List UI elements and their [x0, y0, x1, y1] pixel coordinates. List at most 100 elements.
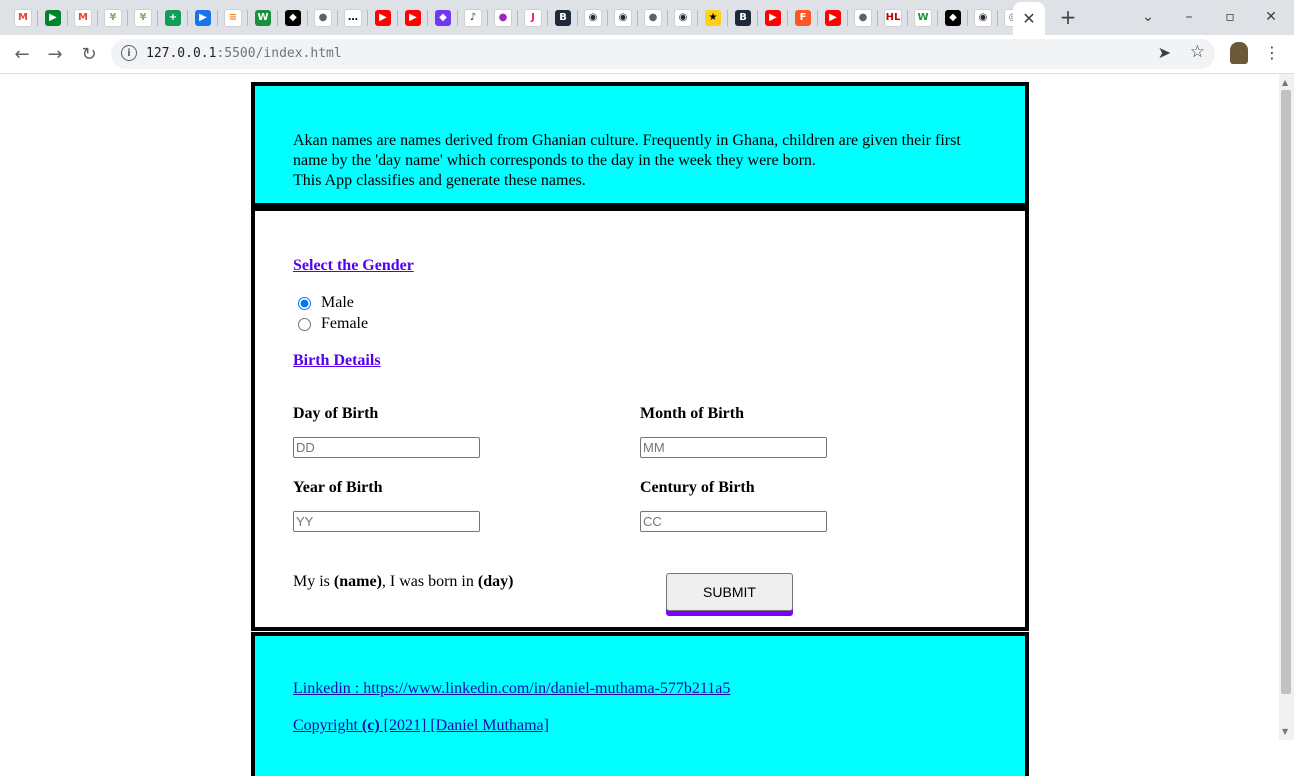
github-icon: ◉ — [674, 8, 692, 27]
year-of-birth-label: Year of Birth — [293, 479, 383, 496]
pinned-tab[interactable]: ◉ — [668, 0, 698, 35]
bookmark-star-icon[interactable]: ☆ — [1190, 42, 1205, 62]
scroll-up-arrow-icon[interactable]: ▲ — [1282, 78, 1288, 87]
birth-details-heading[interactable]: Birth Details — [293, 352, 381, 370]
pinned-tab[interactable]: W — [908, 0, 938, 35]
palm-tree-icon: ¥ — [104, 8, 122, 27]
pinned-tab[interactable]: ◆ — [278, 0, 308, 35]
pinned-tab[interactable]: B — [548, 0, 578, 35]
pinned-tab[interactable]: ¥ — [98, 0, 128, 35]
pinned-tab[interactable]: F — [788, 0, 818, 35]
scroll-down-arrow-icon[interactable]: ▼ — [1282, 727, 1288, 736]
pinned-tab[interactable]: ¥ — [128, 0, 158, 35]
pinned-tab[interactable]: ▶ — [818, 0, 848, 35]
pinned-tab[interactable]: ★ — [698, 0, 728, 35]
music-note-icon: ♪ — [464, 8, 482, 27]
youtube-icon: ▶ — [825, 9, 841, 26]
browser-menu-icon[interactable]: ⋮ — [1264, 43, 1280, 62]
copyright-symbol: (c) — [361, 717, 380, 734]
century-of-birth-label: Century of Birth — [640, 479, 755, 496]
day-of-birth-label: Day of Birth — [293, 405, 379, 422]
page-scrollbar[interactable]: ▲ ▼ — [1279, 74, 1294, 740]
footer-section: Linkedin : https://www.linkedin.com/in/d… — [251, 632, 1029, 776]
pinned-tab[interactable]: ≡ — [218, 0, 248, 35]
globe-icon: ● — [314, 8, 332, 27]
copyright-suffix: [2021] [Daniel Muthama] — [379, 717, 549, 734]
site-info-icon[interactable]: i — [121, 45, 137, 61]
pinned-tab[interactable]: B — [728, 0, 758, 35]
extension-avatar-icon[interactable] — [1230, 42, 1248, 64]
intro-text: Akan names are names derived from Ghania… — [293, 131, 993, 191]
scrollbar-thumb[interactable] — [1281, 90, 1291, 694]
pinned-tab[interactable]: J — [518, 0, 548, 35]
pinned-tab[interactable]: M — [8, 0, 38, 35]
name-form-section: Select the Gender Male Female Birth Deta… — [251, 207, 1029, 631]
pinned-tab[interactable]: ▶ — [188, 0, 218, 35]
purple-diamond-icon: ◆ — [435, 9, 451, 26]
day-of-birth-input[interactable] — [293, 437, 480, 458]
url-host: 127.0.0.1 — [146, 46, 217, 61]
pinned-tab[interactable]: ◆ — [428, 0, 458, 35]
pinned-tab[interactable]: ▶ — [368, 0, 398, 35]
month-of-birth-label: Month of Birth — [640, 405, 744, 422]
pinned-tab[interactable]: ◉ — [968, 0, 998, 35]
minimize-button[interactable]: – — [1174, 5, 1204, 29]
back-arrow-icon[interactable]: ← — [10, 42, 34, 66]
pinned-tab[interactable]: ● — [488, 0, 518, 35]
google-sheets-plus-icon: + — [165, 9, 181, 26]
pinned-tab[interactable]: ● — [848, 0, 878, 35]
pinned-tab[interactable]: M — [68, 0, 98, 35]
result-text: My is (name), I was born in (day) — [293, 573, 513, 591]
intro-line-1: Akan names are names derived from Ghania… — [293, 132, 961, 149]
maximize-button[interactable]: ▫ — [1215, 5, 1245, 29]
close-window-button[interactable]: ✕ — [1256, 5, 1286, 29]
forward-arrow-icon[interactable]: → — [43, 42, 67, 66]
palm-tree-icon: ¥ — [134, 8, 152, 27]
pinned-tab[interactable]: ◆ — [938, 0, 968, 35]
pinned-tab[interactable]: W — [248, 0, 278, 35]
result-prefix: My is — [293, 573, 334, 590]
active-tab-close-button[interactable]: ✕ — [1013, 2, 1045, 35]
pinned-tab[interactable]: ▶ — [38, 0, 68, 35]
browser-tab-strip: M▶M¥¥+▶≡W◆●…▶▶◆♪●JB◉◉●◉★B▶F▶●HLW◆◉◎ ✕ + … — [0, 0, 1294, 35]
hexagon-b-icon: B — [555, 9, 571, 26]
url-text[interactable]: 127.0.0.1:5500/index.html — [146, 46, 342, 61]
male-radio[interactable] — [298, 296, 311, 310]
github-icon: ◉ — [584, 8, 602, 27]
gender-option-female[interactable]: Female — [298, 315, 368, 333]
intro-line-3: This App classifies and generate these n… — [293, 172, 586, 189]
new-tab-button[interactable]: + — [1056, 5, 1080, 29]
female-radio[interactable] — [298, 317, 311, 331]
copyright-link[interactable]: Copyright (c) [2021] [Daniel Muthama] — [293, 717, 549, 735]
pinned-tab[interactable]: ● — [638, 0, 668, 35]
month-of-birth-input[interactable] — [640, 437, 827, 458]
linkedin-link[interactable]: Linkedin : https://www.linkedin.com/in/d… — [293, 680, 730, 698]
submit-button[interactable]: SUBMIT — [666, 573, 793, 611]
century-of-birth-input[interactable] — [640, 511, 827, 532]
pinned-tab[interactable]: ◉ — [578, 0, 608, 35]
page-content: Akan names are names derived from Ghania… — [251, 82, 1029, 776]
send-tab-icon[interactable]: ➤ — [1158, 43, 1171, 62]
pinned-tab[interactable]: HL — [878, 0, 908, 35]
intro-line-2: name by the 'day name' which corresponds… — [293, 152, 816, 169]
tab-search-dropdown-icon[interactable]: ⌄ — [1133, 5, 1163, 29]
gmail-icon: M — [74, 8, 92, 27]
pinned-tab[interactable]: ▶ — [758, 0, 788, 35]
pinned-tab[interactable]: ▶ — [398, 0, 428, 35]
gender-heading[interactable]: Select the Gender — [293, 257, 414, 275]
chat-bubble-icon: … — [344, 8, 362, 27]
globe-icon: ● — [644, 8, 662, 27]
w-star-icon: W — [914, 8, 932, 27]
address-bar[interactable]: i 127.0.0.1:5500/index.html ➤ ☆ — [111, 39, 1215, 69]
pinned-tab[interactable]: … — [338, 0, 368, 35]
youtube-icon: ▶ — [375, 9, 391, 26]
gender-option-male[interactable]: Male — [298, 294, 354, 312]
pinned-tab[interactable]: + — [158, 0, 188, 35]
year-of-birth-input[interactable] — [293, 511, 480, 532]
pinned-tab[interactable]: ● — [308, 0, 338, 35]
github-icon: ◉ — [974, 8, 992, 27]
pinned-tab[interactable]: ♪ — [458, 0, 488, 35]
pinned-tab[interactable]: ◉ — [608, 0, 638, 35]
reload-icon[interactable]: ↻ — [77, 42, 101, 66]
stackoverflow-icon: ≡ — [224, 8, 242, 27]
